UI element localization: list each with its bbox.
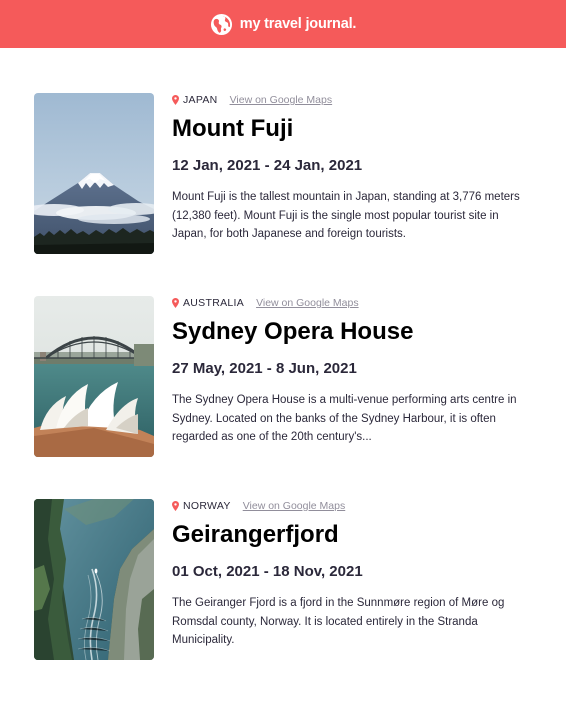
location-line: Norway View on Google Maps	[172, 499, 532, 513]
journal-entry: Japan View on Google Maps Mount Fuji 12 …	[0, 93, 566, 296]
map-pin-icon	[172, 298, 179, 308]
entry-title: Sydney Opera House	[172, 318, 414, 345]
journal-entry: Australia View on Google Maps Sydney Ope…	[0, 296, 566, 499]
entry-location: Australia	[183, 297, 245, 309]
entry-location: Japan	[183, 94, 218, 106]
app-header: my travel journal.	[0, 0, 566, 48]
journal-entries: Japan View on Google Maps Mount Fuji 12 …	[0, 48, 566, 702]
app-title: my travel journal.	[239, 16, 357, 32]
google-maps-link[interactable]: View on Google Maps	[256, 297, 359, 309]
entry-description: Mount Fuji is the tallest mountain in Ja…	[172, 191, 520, 240]
journal-entry: Norway View on Google Maps Geirangerfjor…	[0, 499, 566, 702]
map-pin-icon	[172, 501, 179, 511]
google-maps-link[interactable]: View on Google Maps	[230, 94, 333, 106]
entry-dates: 01 Oct, 2021 - 18 Nov, 2021	[172, 563, 363, 580]
entry-description: The Geiranger Fjord is a fjord in the Su…	[172, 597, 505, 646]
google-maps-link[interactable]: View on Google Maps	[243, 500, 346, 512]
entry-dates: 12 Jan, 2021 - 24 Jan, 2021	[172, 157, 363, 174]
entry-photo-sydney-opera-house	[34, 296, 154, 457]
entry-title: Geirangerfjord	[172, 521, 339, 548]
globe-icon	[210, 13, 232, 35]
entry-info: Japan View on Google Maps Mount Fuji 12 …	[172, 93, 532, 244]
entry-dates: 27 May, 2021 - 8 Jun, 2021	[172, 360, 357, 377]
location-line: Australia View on Google Maps	[172, 296, 532, 310]
map-pin-icon	[172, 95, 179, 105]
entry-info: Australia View on Google Maps Sydney Ope…	[172, 296, 532, 447]
entry-title: Mount Fuji	[172, 115, 294, 142]
location-line: Japan View on Google Maps	[172, 93, 532, 107]
entry-photo-mount-fuji	[34, 93, 154, 254]
entry-photo-geirangerfjord	[34, 499, 154, 660]
entry-description: The Sydney Opera House is a multi-venue …	[172, 394, 517, 443]
entry-location: Norway	[183, 500, 231, 512]
entry-info: Norway View on Google Maps Geirangerfjor…	[172, 499, 532, 650]
